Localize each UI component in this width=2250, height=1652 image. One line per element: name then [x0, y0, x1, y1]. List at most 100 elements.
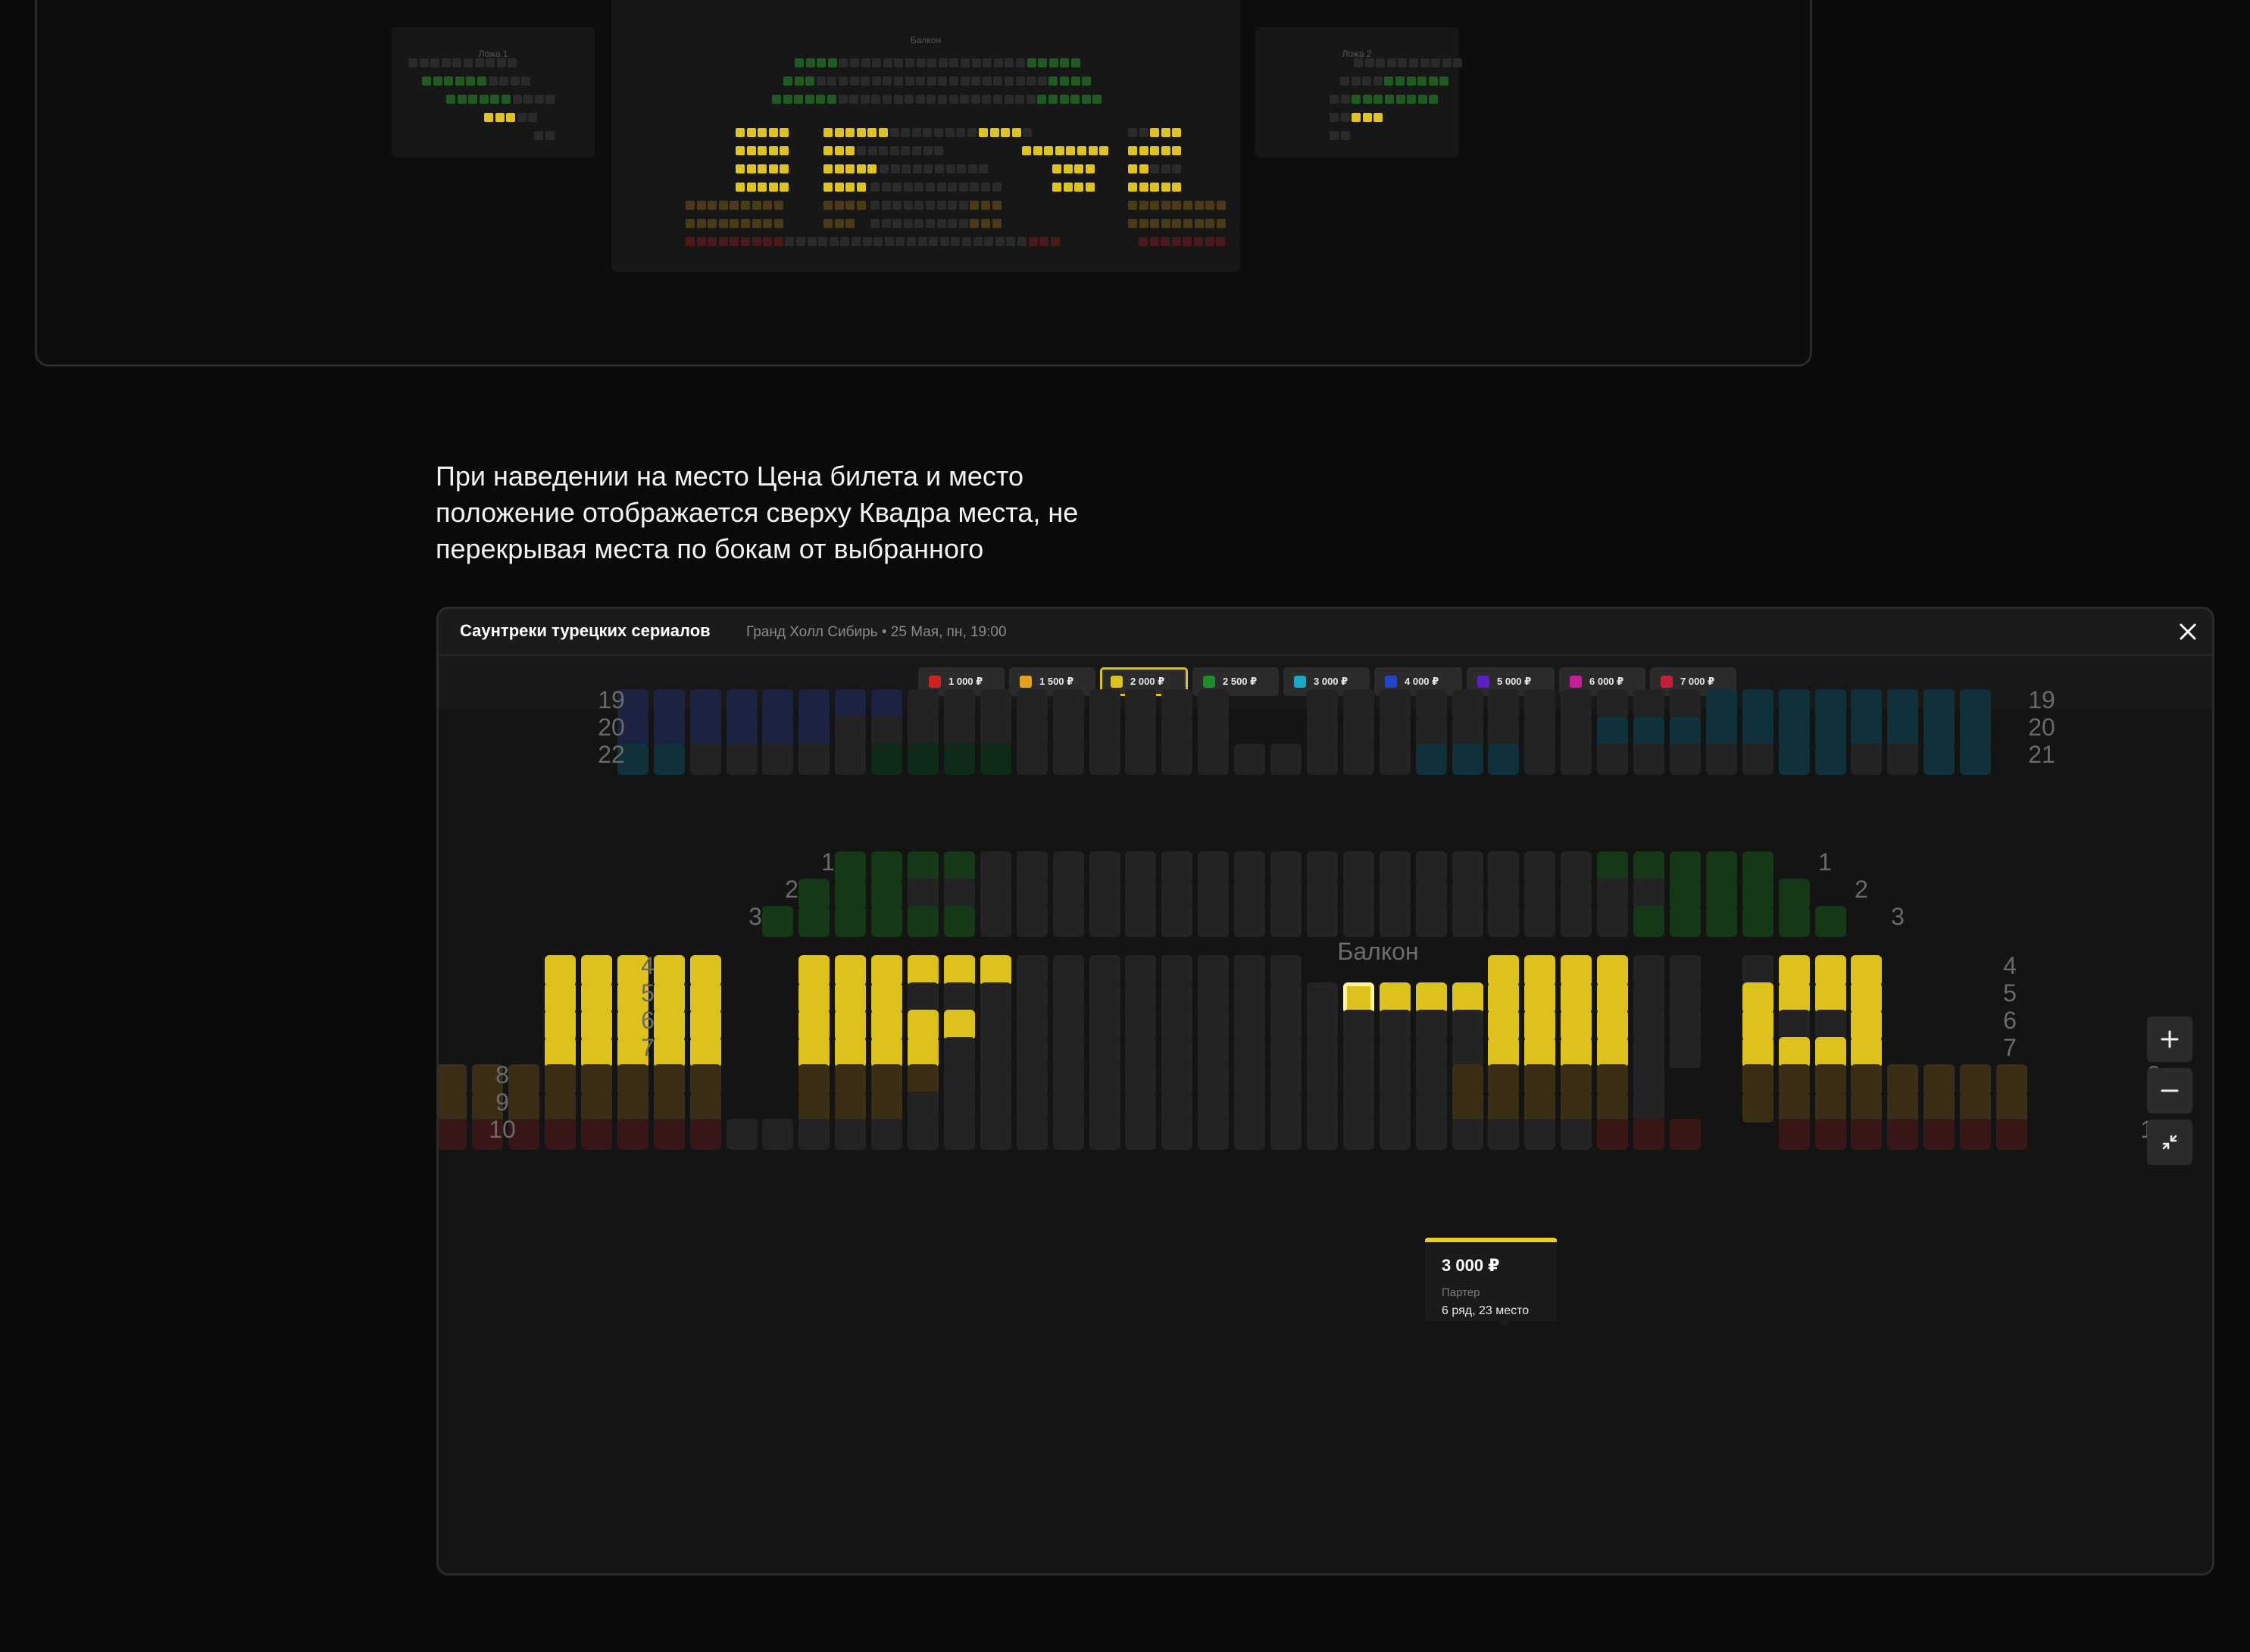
seat[interactable] [617, 1119, 648, 1150]
seat[interactable] [835, 689, 867, 720]
seat[interactable] [1125, 982, 1157, 1013]
seat[interactable] [1597, 744, 1629, 775]
seat[interactable] [1669, 879, 1701, 910]
seat[interactable] [798, 1010, 830, 1041]
seat[interactable] [1633, 1119, 1664, 1150]
seat[interactable] [943, 744, 975, 775]
seat[interactable] [943, 1010, 975, 1041]
seat[interactable] [545, 955, 576, 986]
seat[interactable] [1960, 1119, 1992, 1150]
seat[interactable] [1379, 851, 1411, 882]
seat[interactable] [1270, 1091, 1302, 1123]
seat[interactable] [1960, 1091, 1992, 1123]
seat[interactable] [689, 744, 721, 775]
seat[interactable] [1778, 744, 1810, 775]
seat[interactable] [1561, 955, 1592, 986]
seat[interactable] [1488, 744, 1520, 775]
seat[interactable] [1597, 1119, 1629, 1150]
seat[interactable] [1089, 717, 1120, 748]
seat[interactable] [1669, 689, 1701, 720]
seat[interactable] [1633, 982, 1664, 1013]
seat[interactable] [1016, 906, 1048, 937]
seat[interactable] [1561, 906, 1592, 937]
seat[interactable] [1669, 906, 1701, 937]
seat[interactable] [1125, 1010, 1157, 1041]
seat[interactable] [1052, 955, 1084, 986]
seat[interactable] [980, 1010, 1011, 1041]
seat[interactable] [1597, 1037, 1629, 1068]
seat[interactable] [871, 1064, 903, 1095]
seat[interactable] [1234, 1064, 1266, 1095]
seat[interactable] [1488, 1119, 1520, 1150]
seat[interactable] [1705, 744, 1737, 775]
seat[interactable] [871, 1119, 903, 1150]
seat[interactable] [1814, 906, 1846, 937]
seat[interactable] [1633, 1010, 1664, 1041]
seat[interactable] [1415, 717, 1447, 748]
seat[interactable] [1270, 982, 1302, 1013]
seat[interactable] [1814, 1119, 1846, 1150]
seat[interactable] [545, 1064, 576, 1095]
seat[interactable] [1452, 1119, 1483, 1150]
seat[interactable] [1234, 906, 1266, 937]
seat[interactable] [1270, 879, 1302, 910]
seat[interactable] [1234, 851, 1266, 882]
seat[interactable] [1161, 982, 1193, 1013]
seat[interactable] [617, 1064, 648, 1095]
seat[interactable] [1524, 1064, 1556, 1095]
seat[interactable] [1125, 879, 1157, 910]
seat[interactable] [1742, 717, 1773, 748]
seat[interactable] [1960, 717, 1992, 748]
seat[interactable] [1778, 1064, 1810, 1095]
seat[interactable] [1415, 744, 1447, 775]
seat[interactable] [835, 982, 867, 1013]
seat[interactable] [1923, 1119, 1955, 1150]
seat[interactable] [1342, 906, 1374, 937]
seat[interactable] [1234, 744, 1266, 775]
seat[interactable] [1379, 689, 1411, 720]
seat[interactable] [1089, 851, 1120, 882]
seat[interactable] [908, 851, 939, 882]
seat[interactable] [1161, 906, 1193, 937]
seat[interactable] [1125, 1091, 1157, 1123]
seat[interactable] [835, 744, 867, 775]
seat[interactable] [1052, 1064, 1084, 1095]
seat[interactable] [1089, 1091, 1120, 1123]
seat[interactable] [943, 1119, 975, 1150]
seat[interactable] [1561, 851, 1592, 882]
seat[interactable] [1016, 1064, 1048, 1095]
seat[interactable] [1198, 1119, 1230, 1150]
seat[interactable] [1452, 717, 1483, 748]
seat[interactable] [1669, 955, 1701, 986]
seat[interactable] [1306, 1064, 1338, 1095]
seat[interactable] [1161, 1119, 1193, 1150]
seat[interactable] [1452, 1037, 1483, 1068]
seat[interactable] [1016, 1119, 1048, 1150]
seat[interactable] [1669, 851, 1701, 882]
seat[interactable] [908, 906, 939, 937]
seat[interactable] [1851, 955, 1883, 986]
seat[interactable] [1488, 717, 1520, 748]
seat[interactable] [1306, 851, 1338, 882]
seat[interactable] [689, 1037, 721, 1068]
seat[interactable] [1814, 744, 1846, 775]
seat[interactable] [439, 1119, 467, 1150]
seat[interactable] [726, 1119, 758, 1150]
seat[interactable] [1270, 1037, 1302, 1068]
seat[interactable] [980, 879, 1011, 910]
seat[interactable] [1016, 879, 1048, 910]
seat[interactable] [1524, 1037, 1556, 1068]
seat[interactable] [1633, 1037, 1664, 1068]
seat[interactable] [1161, 879, 1193, 910]
seat[interactable] [980, 744, 1011, 775]
seat[interactable] [1125, 851, 1157, 882]
seat[interactable] [1814, 982, 1846, 1013]
seat[interactable] [871, 717, 903, 748]
seat[interactable] [1016, 744, 1048, 775]
seat[interactable] [1669, 717, 1701, 748]
seat[interactable] [1270, 955, 1302, 986]
seat[interactable] [943, 1091, 975, 1123]
selected-seat[interactable] [1342, 982, 1374, 1013]
seat[interactable] [1597, 1064, 1629, 1095]
seat[interactable] [1488, 879, 1520, 910]
